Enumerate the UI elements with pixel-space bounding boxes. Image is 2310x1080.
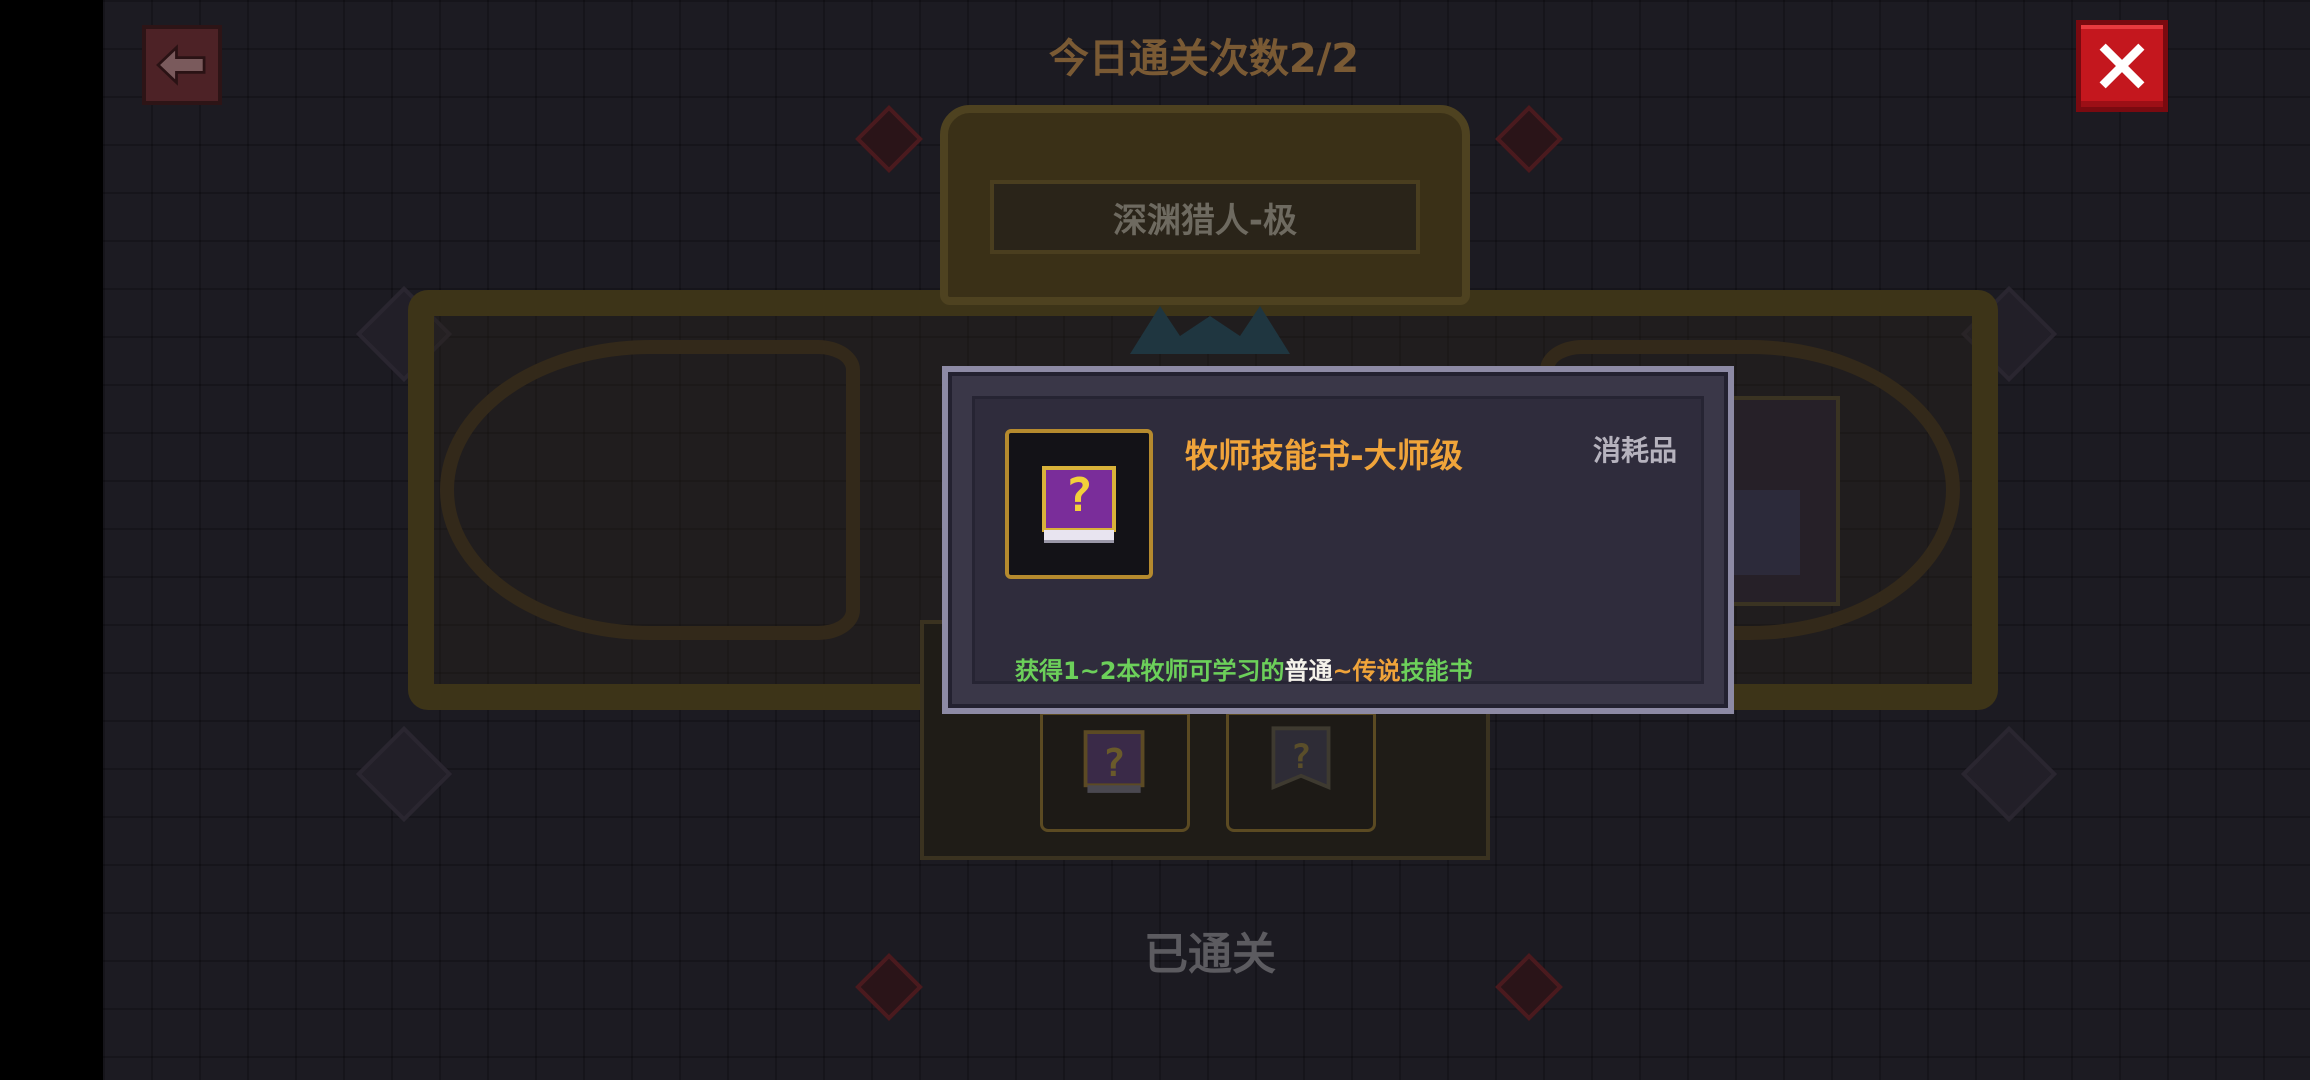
tooltip-body: ? 牧师技能书-大师级 消耗品 获得1~2本牧师可学习的普通~传说技能书	[972, 396, 1704, 686]
reward-slot-1[interactable]: ?	[1040, 712, 1190, 832]
close-x-icon	[2099, 43, 2145, 89]
item-type: 消耗品	[1592, 434, 1677, 467]
daily-clear-count: 今日通关次数2/2	[1048, 36, 1360, 82]
desc-part-1: 获得1~2本牧师可学习的	[1015, 657, 1285, 685]
blue-wings-emblem	[1130, 306, 1290, 354]
close-button[interactable]	[2076, 20, 2168, 112]
mystery-skill-book-icon: ?	[1042, 466, 1116, 543]
book-pages	[1044, 530, 1114, 543]
desc-part-4: 传说	[1352, 657, 1401, 685]
level-name: 深渊猎人-极	[990, 180, 1420, 254]
frame-wing-left	[440, 340, 860, 640]
item-tooltip: ? 牧师技能书-大师级 消耗品 获得1~2本牧师可学习的普通~传说技能书	[942, 366, 1734, 714]
item-name: 牧师技能书-大师级	[1185, 436, 1463, 475]
question-mark: ?	[1065, 468, 1093, 522]
item-icon-slot: ?	[1005, 429, 1153, 579]
reward-slot-2[interactable]: ?	[1226, 712, 1376, 832]
tooltip-frame: ? 牧师技能书-大师级 消耗品 获得1~2本牧师可学习的普通~传说技能书	[948, 372, 1728, 708]
mystery-banner-icon: ?	[1271, 726, 1331, 791]
back-button[interactable]	[142, 25, 222, 105]
desc-part-3: ~	[1332, 657, 1353, 685]
svg-text:?: ?	[1103, 741, 1126, 785]
game-scene: 深渊猎人-极 ? ? 已通关 今日通关次数2/2 ? 牧师技能书-大师级 消耗品…	[0, 0, 2310, 1080]
item-description: 获得1~2本牧师可学习的普通~传说技能书	[1015, 651, 1473, 686]
arrow-left-icon	[156, 44, 206, 86]
desc-part-5: 技能书	[1400, 657, 1473, 685]
cleared-status: 已通关	[1144, 929, 1276, 980]
desc-part-2: 普通	[1284, 657, 1333, 685]
mystery-book-icon: ?	[1083, 730, 1145, 793]
svg-text:?: ?	[1291, 737, 1312, 777]
left-black-bar	[0, 0, 103, 1080]
